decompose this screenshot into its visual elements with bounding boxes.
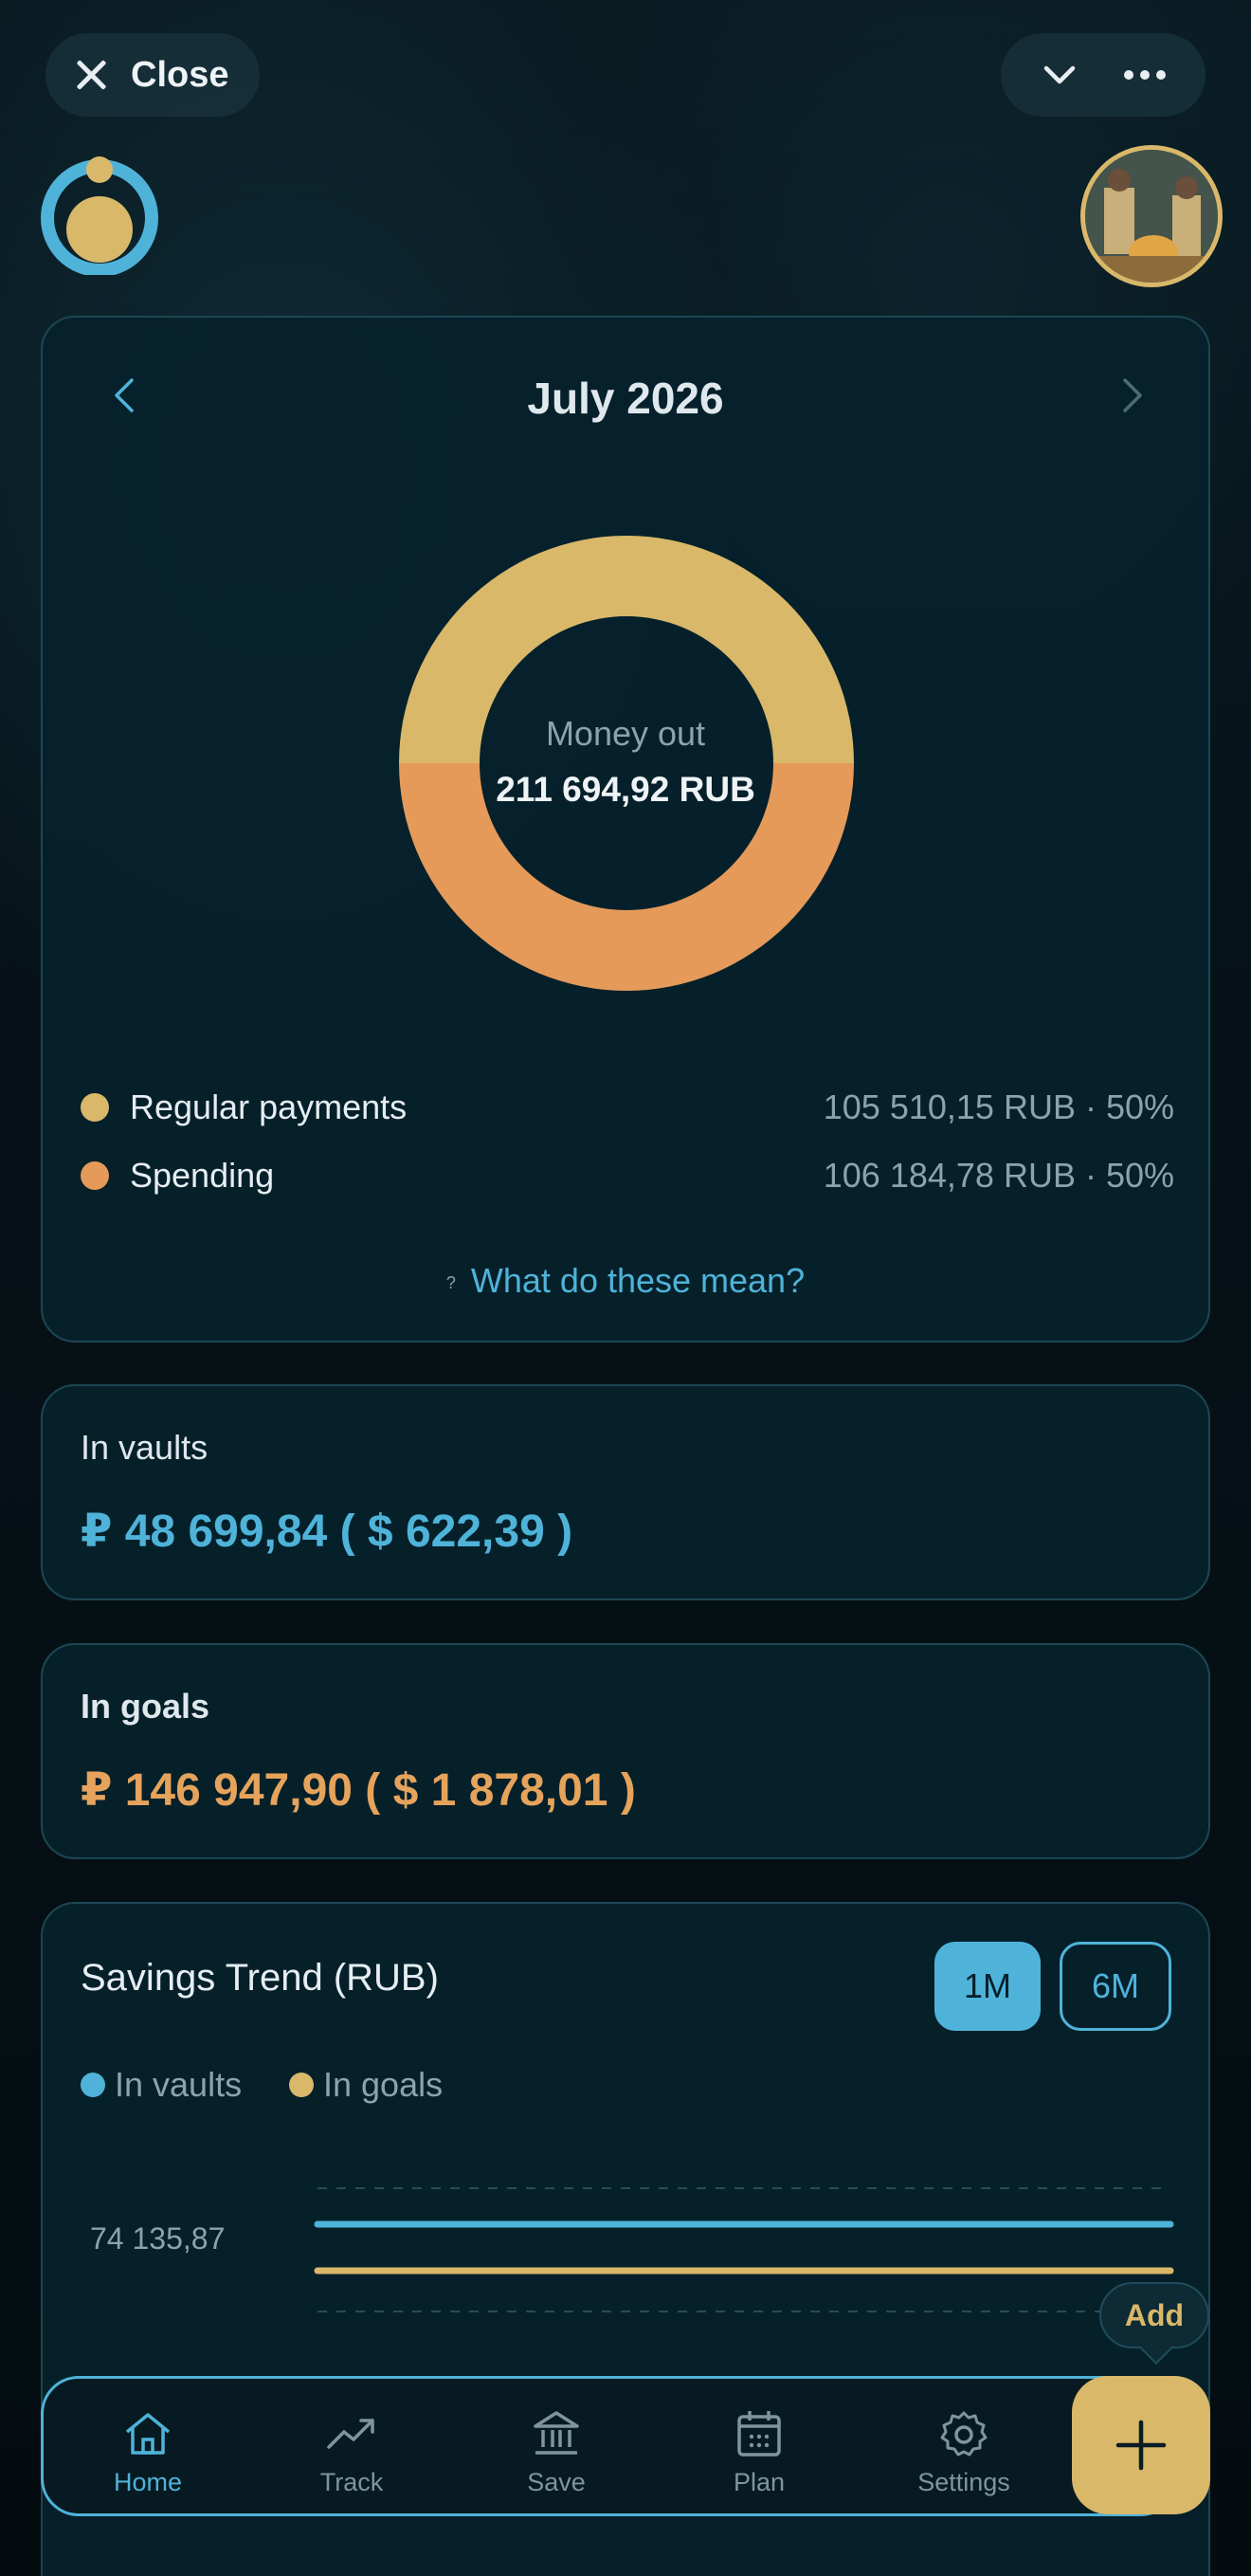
bank-icon — [534, 2411, 579, 2455]
vaults-card[interactable]: In vaults ₽ 48 699,84 ( $ 622,39 ) — [41, 1384, 1210, 1600]
nav-label: Track — [319, 2468, 384, 2496]
trend-title: Savings Trend (RUB) — [81, 1957, 439, 1999]
legend-row-spending[interactable]: Spending 106 184,78 RUB · 50% — [81, 1152, 1174, 1199]
nav-label: Home — [113, 2468, 183, 2496]
header-actions — [1001, 33, 1206, 117]
vaults-label: In vaults — [81, 1428, 208, 1467]
trend-legend-vaults-label: In vaults — [115, 2065, 243, 2104]
add-tooltip: Add — [1099, 2282, 1209, 2348]
help-link-label: What do these mean? — [470, 1261, 806, 1300]
nav-item-plan[interactable]: Plan — [688, 2405, 830, 2497]
legend-name: Regular payments — [130, 1087, 408, 1126]
goals-label: In goals — [81, 1687, 210, 1726]
range-1m-button[interactable]: 1M — [934, 1942, 1041, 2031]
legend-dot — [81, 1161, 109, 1190]
vaults-amount: ₽ 48 699,84 ( $ 622,39 ) — [81, 1507, 573, 1557]
avatar[interactable] — [1080, 145, 1223, 287]
nav-label: Plan — [733, 2468, 786, 2496]
chevron-down-icon[interactable] — [1041, 56, 1079, 94]
monthly-summary-card: July 2026 Money out 211 694,92 RUB Regul… — [41, 316, 1210, 1343]
chevron-right-icon[interactable] — [1110, 375, 1151, 416]
legend-dot — [81, 1093, 109, 1122]
trend-legend-goals: In goals — [289, 2065, 443, 2105]
goals-amount: ₽ 146 947,90 ( $ 1 878,01 ) — [81, 1765, 636, 1816]
bottom-nav: Home Track Save Plan Settings — [41, 2376, 1178, 2516]
add-button[interactable] — [1072, 2376, 1210, 2514]
donut-center-value: 211 694,92 RUB — [496, 770, 755, 809]
nav-item-settings[interactable]: Settings — [893, 2405, 1035, 2497]
money-out-donut-chart — [399, 536, 854, 991]
help-icon: ? — [445, 1272, 456, 1292]
nav-item-track[interactable]: Track — [281, 2405, 423, 2497]
goals-card[interactable]: In goals ₽ 146 947,90 ( $ 1 878,01 ) — [41, 1643, 1210, 1859]
avatar-image — [1085, 150, 1218, 283]
help-link[interactable]: ? What do these mean? — [43, 1261, 1208, 1301]
plus-icon — [1115, 2420, 1167, 2471]
home-icon — [125, 2413, 171, 2455]
legend-value: 105 510,15 RUB · 50% — [823, 1087, 1174, 1126]
donut-center-label: Money out — [545, 714, 706, 753]
trend-legend-goals-label: In goals — [323, 2065, 444, 2104]
range-6m-button[interactable]: 6M — [1060, 1942, 1171, 2031]
legend-name: Spending — [130, 1156, 275, 1195]
calendar-icon — [737, 2411, 781, 2457]
legend-row-regular-payments[interactable]: Regular payments 105 510,15 RUB · 50% — [81, 1084, 1174, 1131]
legend-dot — [81, 2073, 105, 2097]
nav-item-save[interactable]: Save — [485, 2405, 627, 2497]
nav-label: Settings — [917, 2468, 1010, 2496]
trend-legend-vaults: In vaults — [81, 2065, 242, 2105]
y-axis-tick: 74 135,87 — [90, 2221, 226, 2256]
more-icon[interactable] — [1124, 70, 1166, 80]
settings-icon — [940, 2411, 988, 2457]
close-button[interactable]: Close — [45, 33, 260, 117]
nav-label: Save — [527, 2468, 586, 2496]
app-logo — [41, 156, 158, 275]
trending-up-icon — [327, 2419, 374, 2449]
legend-dot — [289, 2073, 314, 2097]
legend-value: 106 184,78 RUB · 50% — [823, 1156, 1174, 1195]
savings-trend-chart — [314, 2187, 1174, 2312]
nav-item-home[interactable]: Home — [77, 2405, 219, 2497]
close-icon — [70, 54, 112, 96]
month-title: July 2026 — [527, 374, 724, 423]
close-label: Close — [131, 54, 229, 95]
